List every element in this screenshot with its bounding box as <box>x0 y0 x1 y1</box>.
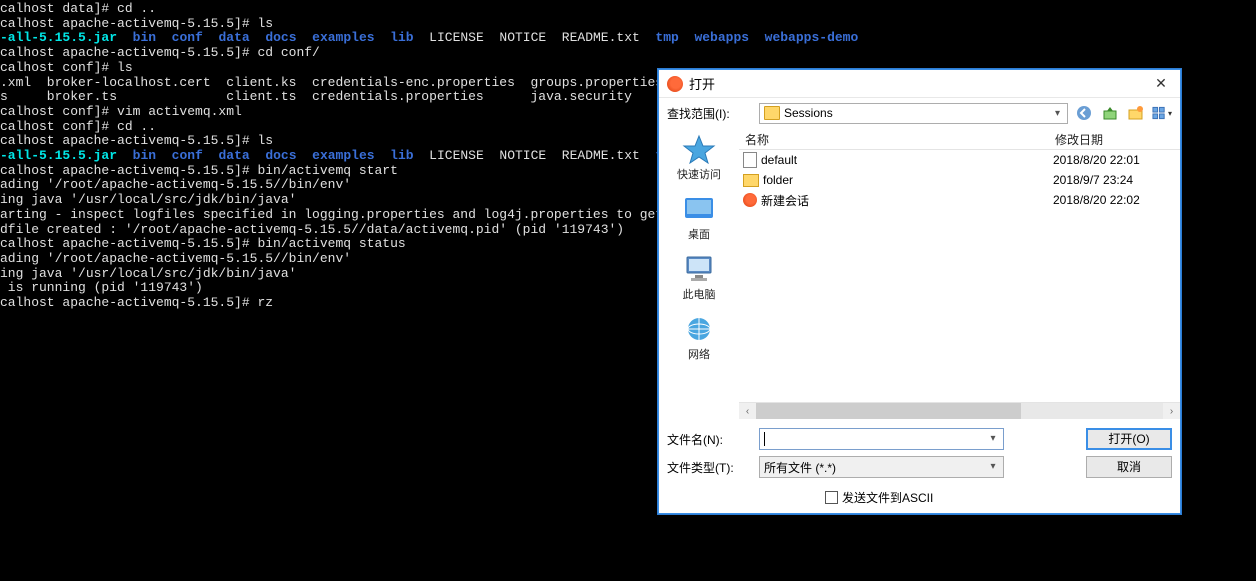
back-button[interactable] <box>1074 103 1094 123</box>
dialog-body: 快速访问桌面此电脑网络 名称 修改日期 default 2018/8/20 22:… <box>659 128 1180 419</box>
ascii-checkbox[interactable] <box>825 491 838 504</box>
place-quickaccess[interactable]: 快速访问 <box>664 134 734 182</box>
file-name: folder <box>763 173 793 187</box>
desktop-icon <box>681 194 717 224</box>
view-menu-button[interactable]: ▾ <box>1152 103 1172 123</box>
column-modified[interactable]: 修改日期 <box>1049 128 1180 149</box>
terminal-line: -all-5.15.5.jar bin conf data docs examp… <box>0 31 1256 46</box>
file-row[interactable]: default 2018/8/20 22:01 <box>739 150 1180 170</box>
ascii-checkbox-label: 发送文件到ASCII <box>842 489 933 506</box>
lookin-combo[interactable]: Sessions ▾ <box>759 103 1068 124</box>
file-name: default <box>761 153 797 167</box>
place-network[interactable]: 网络 <box>664 314 734 362</box>
open-file-dialog: 打开 ✕ 查找范围(I): Sessions ▾ ▾ 快速访问桌面此电脑网络 名… <box>658 69 1181 514</box>
chevron-down-icon: ▾ <box>1050 106 1065 121</box>
file-date: 2018/9/7 23:24 <box>1049 173 1180 187</box>
scroll-right-icon[interactable]: › <box>1163 403 1180 420</box>
filename-input[interactable]: ▾ <box>759 428 1004 450</box>
terminal-line: calhost apache-activemq-5.15.5]# cd conf… <box>0 46 1256 61</box>
list-header: 名称 修改日期 <box>739 128 1180 150</box>
place-thispc[interactable]: 此电脑 <box>664 254 734 302</box>
text-cursor <box>764 432 765 446</box>
filetype-value: 所有文件 (*.*) <box>764 459 836 476</box>
lookin-label: 查找范围(I): <box>667 105 753 122</box>
up-button[interactable] <box>1100 103 1120 123</box>
lookin-row: 查找范围(I): Sessions ▾ ▾ <box>659 98 1180 128</box>
folder-icon <box>764 106 780 120</box>
folder-icon <box>743 174 759 187</box>
list-body[interactable]: default 2018/8/20 22:01 folder 2018/9/7 23:… <box>739 150 1180 402</box>
terminal-line: calhost apache-activemq-5.15.5]# ls <box>0 17 1256 32</box>
scroll-track[interactable] <box>756 403 1163 420</box>
chevron-down-icon: ▾ <box>1168 109 1172 118</box>
chevron-down-icon[interactable]: ▾ <box>985 431 1001 447</box>
file-date: 2018/8/20 22:02 <box>1049 193 1180 207</box>
swirl-icon <box>743 193 757 207</box>
scroll-left-icon[interactable]: ‹ <box>739 403 756 420</box>
dialog-titlebar: 打开 ✕ <box>659 70 1180 98</box>
file-name: 新建会话 <box>761 192 809 209</box>
file-list: 名称 修改日期 default 2018/8/20 22:01 folder 2018… <box>739 128 1180 419</box>
file-icon <box>743 152 757 168</box>
open-button[interactable]: 打开(O) <box>1086 428 1172 450</box>
dialog-bottom: 文件名(N): ▾ 打开(O) 文件类型(T): 所有文件 (*.*) ▾ 取消 <box>659 419 1180 513</box>
place-label: 网络 <box>664 346 734 362</box>
cancel-button[interactable]: 取消 <box>1086 456 1172 478</box>
file-date: 2018/8/20 22:01 <box>1049 153 1180 167</box>
place-label: 快速访问 <box>664 166 734 182</box>
app-icon <box>667 76 683 92</box>
place-desktop[interactable]: 桌面 <box>664 194 734 242</box>
terminal-line: calhost data]# cd .. <box>0 2 1256 17</box>
filetype-select[interactable]: 所有文件 (*.*) ▾ <box>759 456 1004 478</box>
file-row[interactable]: folder 2018/9/7 23:24 <box>739 170 1180 190</box>
place-label: 此电脑 <box>664 286 734 302</box>
filename-label: 文件名(N): <box>667 431 751 448</box>
column-name[interactable]: 名称 <box>739 128 1049 149</box>
horizontal-scrollbar[interactable]: ‹ › <box>739 402 1180 419</box>
lookin-value: Sessions <box>784 106 833 120</box>
quickaccess-icon <box>681 134 717 164</box>
place-label: 桌面 <box>664 226 734 242</box>
dialog-title: 打开 <box>689 74 1146 93</box>
thispc-icon <box>681 254 717 284</box>
scroll-thumb[interactable] <box>756 403 1021 420</box>
network-icon <box>681 314 717 344</box>
file-row[interactable]: 新建会话 2018/8/20 22:02 <box>739 190 1180 210</box>
places-bar: 快速访问桌面此电脑网络 <box>659 128 739 419</box>
new-folder-button[interactable] <box>1126 103 1146 123</box>
close-icon[interactable]: ✕ <box>1146 74 1176 94</box>
filetype-label: 文件类型(T): <box>667 459 751 476</box>
chevron-down-icon: ▾ <box>985 459 1001 475</box>
